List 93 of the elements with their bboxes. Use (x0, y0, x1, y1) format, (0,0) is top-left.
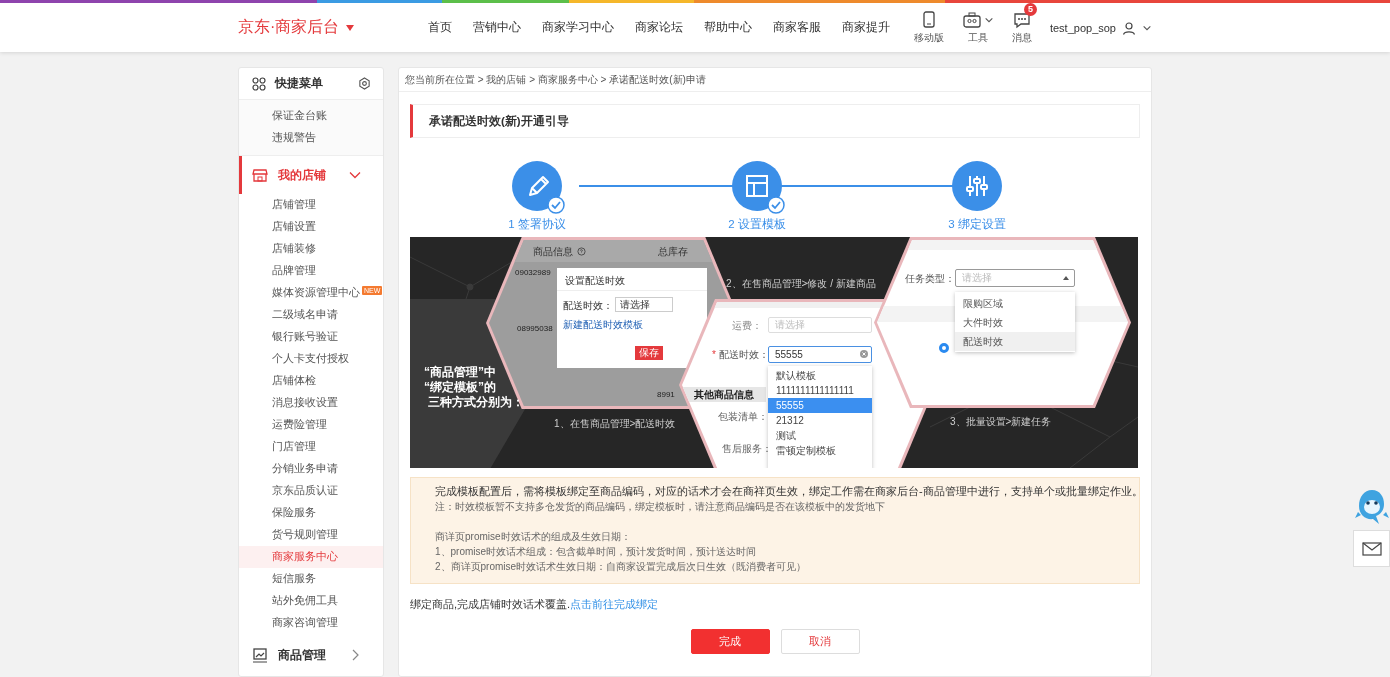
caret-icon (983, 15, 994, 25)
menu-item[interactable]: 货号规则管理 (239, 524, 383, 546)
product-code: 08995038 (517, 324, 553, 333)
confirm-button[interactable]: 完成 (690, 629, 770, 654)
select-field[interactable]: 请选择 (615, 297, 673, 312)
column-header: 商品信息 (533, 245, 573, 259)
caret-icon[interactable] (345, 23, 356, 32)
caret-icon (1063, 276, 1069, 280)
note-text: 2、商详页promise时效话术生效日期：自商家设置完成后次日生效（既消费者可见） (435, 560, 808, 574)
section-title: 其他商品信息 (682, 387, 766, 402)
menu-item[interactable]: 运费险管理 (239, 414, 383, 436)
settings-icon[interactable] (358, 77, 371, 90)
step-label: 3 绑定设置 (948, 217, 1006, 232)
toolbox-icon (961, 10, 982, 30)
step-label: 2 设置模板 (728, 217, 786, 232)
panel-title: 承诺配送时效(新)开通引导 (410, 104, 1140, 138)
menu-item[interactable]: 消息接收设置 (239, 392, 383, 414)
user-name[interactable]: test_pop_sop (1049, 21, 1116, 34)
dropdown-option[interactable]: 1111111111111111 (768, 383, 872, 398)
clear-icon[interactable] (860, 350, 868, 358)
step-caption: 1、在售商品管理>配送时效 (554, 417, 676, 431)
step-label: 1 签署协议 (508, 217, 566, 232)
user-icon[interactable] (1122, 20, 1136, 35)
nav-link[interactable]: 营销中心 (473, 19, 521, 36)
menu-item[interactable]: 违规警告 (239, 127, 383, 149)
menu-item[interactable]: 品牌管理 (239, 260, 383, 282)
toolbar-button[interactable]: 移动版 (913, 10, 944, 45)
menu-item[interactable]: 京东品质认证 (239, 480, 383, 502)
menu-item[interactable]: 个人卡支付授权 (239, 348, 383, 370)
menu-item[interactable]: 站外免佣工具 (239, 590, 383, 612)
menu-item[interactable]: 店铺体检 (239, 370, 383, 392)
logo-text: 京东·商家后台 (238, 17, 340, 37)
grid-icon (252, 76, 266, 91)
dropdown-option[interactable]: 测试 (768, 428, 872, 443)
toolbar-button[interactable]: 工具 (961, 10, 994, 45)
menu-item[interactable]: 店铺设置 (239, 216, 383, 238)
product-code: 09032989 (515, 268, 551, 277)
column-header: 总库存 (658, 245, 688, 259)
menu-item[interactable]: 店铺装修 (239, 238, 383, 260)
dropdown-option[interactable]: 限购区域 (955, 294, 1075, 313)
save-button[interactable]: 保存 (635, 346, 663, 360)
mail-button[interactable] (1353, 530, 1390, 567)
field-label: 包装清单： (718, 410, 768, 424)
menu-item[interactable]: 店铺管理 (239, 194, 383, 216)
menu-item[interactable]: 商家咨询管理 (239, 612, 383, 634)
nav-link[interactable]: 商家提升 (842, 19, 890, 36)
intro-text: “商品管理”中 “绑定模板”的 三种方式分别为： (424, 365, 524, 410)
menu-item[interactable]: 二级域名申请 (239, 304, 383, 326)
note-text: 注：时效模板暂不支持多仓发货的商品编码，绑定模板时，请注意商品编码是否在该模板中的发货地下 (435, 500, 886, 514)
menu-item[interactable]: 保险服务 (239, 502, 383, 524)
dialog-title: 设置配送时效 (565, 274, 625, 288)
menu-item[interactable]: 商家服务中心 (239, 546, 383, 568)
nav-link[interactable]: 帮助中心 (704, 19, 752, 36)
breadcrumb: 您当前所在位置 > 我的店铺 > 商家服务中心 > 承诺配送时效(新)申请 (399, 68, 1151, 92)
nav-link[interactable]: 首页 (428, 19, 452, 36)
menu-heading: 快捷菜单 (275, 75, 324, 92)
radio-button[interactable] (939, 343, 949, 353)
store-icon (252, 167, 268, 183)
required-mark: * (712, 349, 716, 360)
dropdown-option[interactable]: 21312 (768, 413, 872, 428)
menu-item[interactable]: 短信服务 (239, 568, 383, 590)
step-caption: 3、批量设置>新建任务 (950, 415, 1052, 429)
field-label: 配送时效： (719, 348, 769, 362)
field-label: 配送时效： (563, 299, 613, 313)
notice-text: 完成模板配置后，需将模板绑定至商品编码，对应的话术才会在商祥页生效，绑定工作需在商家后台-商品管理中进行，支持单个或批量绑定作业。 (435, 484, 1143, 499)
note-text: 1、promise时效话术组成：包含截单时间，预计发货时间，预计送达时间 (435, 545, 758, 559)
bind-text: 绑定商品,完成店铺时效话术覆盖.点击前往完成绑定 (410, 597, 660, 612)
chart-icon (252, 647, 268, 663)
cancel-button[interactable]: 取消 (780, 629, 860, 654)
menu-group[interactable]: 商品管理 (239, 636, 383, 674)
help-icon (577, 247, 586, 256)
nav-link[interactable]: 商家论坛 (635, 19, 683, 36)
field-label: 任务类型： (905, 272, 955, 286)
count-badge: 5 (1023, 3, 1037, 16)
menu-item[interactable]: 门店管理 (239, 436, 383, 458)
menu-item[interactable]: 保证金台账 (239, 105, 383, 127)
menu-item[interactable]: 银行账号验证 (239, 326, 383, 348)
dropdown-option[interactable]: 默认模板 (768, 368, 872, 383)
nav-link[interactable]: 商家客服 (773, 19, 821, 36)
menu-item[interactable]: 分销业务申请 (239, 458, 383, 480)
chat-icon (1011, 10, 1032, 30)
menu-group[interactable]: 我的店铺 (239, 156, 383, 194)
step-caption: 2、在售商品管理>修改 / 新建商品 (726, 277, 876, 291)
product-code: 8991 (657, 390, 675, 399)
field-label: 运费： (732, 319, 762, 333)
bind-link[interactable]: 点击前往完成绑定 (570, 598, 659, 610)
input-field[interactable]: 55555 (768, 346, 872, 363)
template-link[interactable]: 新建配送时效模板 (563, 318, 643, 332)
nav-link[interactable]: 商家学习中心 (542, 19, 614, 36)
dropdown-option[interactable]: 大件时效 (955, 313, 1075, 332)
dropdown-option[interactable]: 配送时效 (955, 332, 1075, 351)
mail-icon (1361, 541, 1382, 556)
note-text: 商详页promise时效话术的组成及生效日期： (435, 530, 632, 544)
